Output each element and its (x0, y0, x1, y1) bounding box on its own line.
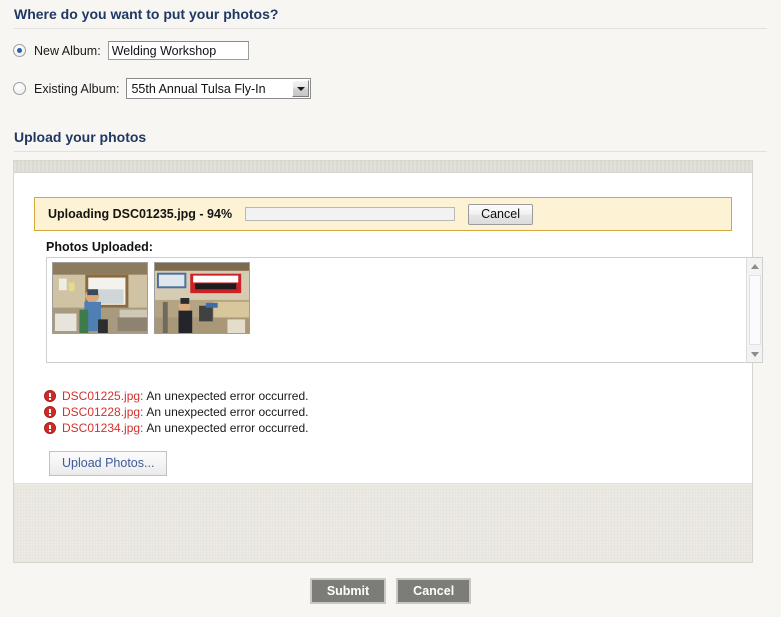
error-message: An unexpected error occurred. (146, 389, 309, 403)
error-file-name: DSC01225.jpg: (62, 389, 144, 403)
new-album-input[interactable] (107, 41, 249, 60)
existing-album-select[interactable]: 55th Annual Tulsa Fly-In (126, 78, 312, 99)
error-icon (44, 422, 56, 434)
submit-button[interactable]: Submit (309, 578, 387, 604)
scroll-down-arrow-icon[interactable] (747, 346, 762, 362)
cancel-button[interactable]: Cancel (396, 578, 472, 604)
panel-body: Uploading DSC01235.jpg - 94% Cancel Phot… (14, 173, 763, 476)
error-message: An unexpected error occurred. (146, 421, 309, 435)
existing-album-selected-value: 55th Annual Tulsa Fly-In (131, 81, 266, 96)
upload-error-list: DSC01225.jpg: An unexpected error occurr… (44, 388, 308, 436)
upload-error-row: DSC01228.jpg: An unexpected error occurr… (44, 404, 308, 420)
heading-divider (14, 28, 767, 29)
photos-scrollbar[interactable] (746, 258, 762, 362)
form-actions: Submit Cancel (0, 578, 781, 604)
photo-thumbnail[interactable] (154, 262, 250, 334)
panel-top-bar (14, 161, 752, 173)
upload-section-title: Upload your photos (14, 129, 147, 145)
cancel-upload-button[interactable]: Cancel (468, 203, 533, 225)
upload-heading-divider (14, 151, 767, 152)
upload-status-banner: Uploading DSC01235.jpg - 94% Cancel (34, 197, 732, 231)
upload-progress-bar (245, 207, 456, 221)
scroll-up-arrow-icon[interactable] (747, 258, 762, 274)
page-title: Where do you want to put your photos? (14, 6, 279, 22)
new-album-radio[interactable] (13, 44, 26, 57)
existing-album-label: Existing Album: (34, 81, 120, 96)
new-album-label: New Album: (34, 43, 101, 58)
photos-uploaded-label: Photos Uploaded: (46, 240, 153, 254)
thumbnail-strip (47, 258, 250, 334)
photo-thumbnail[interactable] (52, 262, 148, 334)
error-file-name: DSC01228.jpg: (62, 405, 144, 419)
scrollbar-thumb[interactable] (749, 275, 761, 345)
new-album-row[interactable]: New Album: (13, 41, 249, 60)
upload-error-row: DSC01225.jpg: An unexpected error occurr… (44, 388, 308, 404)
upload-photos-button[interactable]: Upload Photos... (49, 451, 168, 476)
uploader-panel: Uploading DSC01235.jpg - 94% Cancel Phot… (13, 160, 763, 563)
error-message: An unexpected error occurred. (146, 405, 309, 419)
upload-error-row: DSC01234.jpg: An unexpected error occurr… (44, 420, 308, 436)
error-icon (44, 390, 56, 402)
existing-album-row[interactable]: Existing Album: 55th Annual Tulsa Fly-In (13, 78, 312, 99)
chevron-down-icon[interactable] (292, 80, 310, 97)
upload-status-text: Uploading DSC01235.jpg - 94% (48, 207, 233, 221)
error-icon (44, 406, 56, 418)
uploaded-photos-list (46, 257, 763, 363)
error-file-name: DSC01234.jpg: (62, 421, 144, 435)
existing-album-radio[interactable] (13, 82, 26, 95)
panel-footer-texture (14, 483, 752, 562)
